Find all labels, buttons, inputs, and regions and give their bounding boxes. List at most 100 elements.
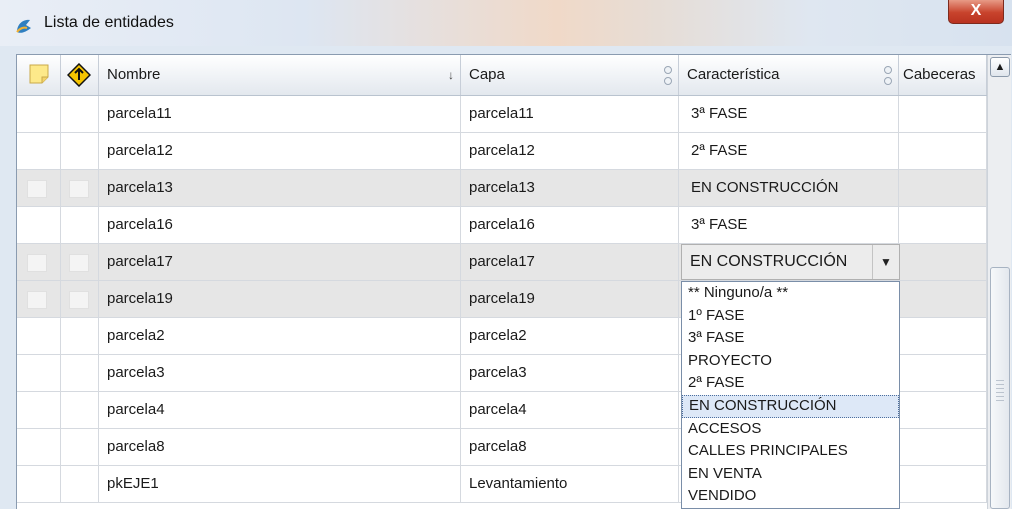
header-caracteristica[interactable]: Característica (679, 55, 899, 95)
sort-desc-icon: ↓ (448, 68, 454, 82)
cell-note[interactable] (17, 281, 61, 317)
cell-caracteristica[interactable]: EN CONSTRUCCIÓN (679, 170, 899, 206)
cell-capa: parcela11 (461, 96, 679, 132)
cell-nombre: parcela4 (99, 392, 461, 428)
row-checkbox[interactable] (27, 291, 47, 309)
cell-nombre: parcela16 (99, 207, 461, 243)
cell-nombre: parcela19 (99, 281, 461, 317)
header-caracteristica-label: Característica (687, 66, 780, 83)
cell-warning[interactable] (61, 170, 99, 206)
dropdown-option[interactable]: ** Ninguno/a ** (682, 282, 899, 305)
header-cabeceras-label: Cabeceras (903, 66, 976, 83)
row-checkbox[interactable] (69, 254, 89, 272)
cell-note[interactable] (17, 170, 61, 206)
cell-capa: parcela12 (461, 133, 679, 169)
cell-capa: parcela17 (461, 244, 679, 280)
header-nombre-label: Nombre (107, 66, 161, 83)
close-button[interactable]: X (948, 0, 1004, 24)
cell-warning[interactable] (61, 392, 99, 428)
cell-note[interactable] (17, 244, 61, 280)
cell-cabeceras (899, 170, 987, 206)
cell-nombre: parcela13 (99, 170, 461, 206)
cell-cabeceras (899, 133, 987, 169)
cell-nombre: pkEJE1 (99, 466, 461, 502)
row-checkbox[interactable] (27, 180, 47, 198)
cell-warning[interactable] (61, 207, 99, 243)
row-checkbox[interactable] (27, 254, 47, 272)
cell-warning[interactable] (61, 355, 99, 391)
sort-toggle-icon (664, 66, 672, 85)
cell-warning[interactable] (61, 466, 99, 502)
cell-warning[interactable] (61, 429, 99, 465)
cell-capa: parcela13 (461, 170, 679, 206)
caracteristica-dropdown-list: ** Ninguno/a ** 1º FASE 3ª FASE PROYECTO 2ª … (681, 281, 900, 509)
row-checkbox[interactable] (69, 180, 89, 198)
cell-cabeceras (899, 318, 987, 354)
table-row[interactable]: parcela13 parcela13 EN CONSTRUCCIÓN (17, 170, 1011, 207)
cell-warning[interactable] (61, 281, 99, 317)
cell-note[interactable] (17, 355, 61, 391)
cell-capa: parcela16 (461, 207, 679, 243)
header-note-column[interactable] (17, 55, 61, 95)
cell-note[interactable] (17, 392, 61, 428)
table-row[interactable]: parcela16 parcela16 3ª FASE (17, 207, 1011, 244)
cell-cabeceras (899, 355, 987, 391)
row-checkbox[interactable] (69, 291, 89, 309)
table-row[interactable]: parcela12 parcela12 2ª FASE (17, 133, 1011, 170)
header-nombre[interactable]: Nombre ↓ (99, 55, 461, 95)
dropdown-option[interactable]: VENDIDO (682, 485, 899, 508)
cell-caracteristica[interactable]: 3ª FASE (679, 207, 899, 243)
sort-toggle-icon (884, 66, 892, 85)
header-capa[interactable]: Capa (461, 55, 679, 95)
window-title: Lista de entidades (44, 14, 174, 31)
entities-grid: Nombre ↓ Capa Característica Cabeceras p… (16, 54, 1011, 509)
header-warning-column[interactable] (61, 55, 99, 95)
title-bar: Lista de entidades X (0, 0, 1012, 46)
cell-cabeceras (899, 392, 987, 428)
dropdown-option[interactable]: EN CONSTRUCCIÓN (682, 394, 899, 418)
cell-caracteristica[interactable]: 3ª FASE (679, 96, 899, 132)
dropdown-option[interactable]: ACCESOS (682, 418, 899, 441)
cell-capa: parcela4 (461, 392, 679, 428)
cell-caracteristica[interactable]: 2ª FASE (679, 133, 899, 169)
combobox-value: EN CONSTRUCCIÓN (690, 253, 848, 270)
cell-nombre: parcela12 (99, 133, 461, 169)
cell-nombre: parcela2 (99, 318, 461, 354)
dropdown-option[interactable]: CALLES PRINCIPALES (682, 440, 899, 463)
cell-nombre: parcela8 (99, 429, 461, 465)
vertical-scrollbar[interactable]: ▲ (987, 55, 1011, 509)
cell-note[interactable] (17, 133, 61, 169)
cell-warning[interactable] (61, 96, 99, 132)
cell-warning[interactable] (61, 318, 99, 354)
cell-capa: Levantamiento (461, 466, 679, 502)
dropdown-option[interactable]: 3ª FASE (682, 327, 899, 350)
chevron-down-icon[interactable]: ▼ (872, 245, 899, 279)
cell-capa: parcela2 (461, 318, 679, 354)
app-icon (16, 19, 31, 33)
grid-header: Nombre ↓ Capa Característica Cabeceras (17, 55, 1011, 96)
dropdown-option[interactable]: 2ª FASE (682, 372, 899, 395)
cell-note[interactable] (17, 318, 61, 354)
cell-warning[interactable] (61, 244, 99, 280)
dropdown-option[interactable]: PROYECTO (682, 350, 899, 373)
caracteristica-combobox[interactable]: EN CONSTRUCCIÓN ▼ (681, 244, 900, 280)
grip-icon (996, 380, 1004, 402)
cell-cabeceras (899, 281, 987, 317)
cell-capa: parcela19 (461, 281, 679, 317)
table-row[interactable]: parcela11 parcela11 3ª FASE (17, 96, 1011, 133)
cell-note[interactable] (17, 466, 61, 502)
dropdown-option[interactable]: 1º FASE (682, 305, 899, 328)
cell-note[interactable] (17, 96, 61, 132)
cell-cabeceras (899, 96, 987, 132)
cell-cabeceras (899, 466, 987, 502)
scrollbar-thumb[interactable] (990, 267, 1010, 509)
scroll-up-icon[interactable]: ▲ (990, 57, 1010, 77)
warning-icon (67, 63, 91, 87)
header-cabeceras[interactable]: Cabeceras (899, 55, 987, 95)
cell-warning[interactable] (61, 133, 99, 169)
cell-note[interactable] (17, 429, 61, 465)
cell-nombre: parcela11 (99, 96, 461, 132)
cell-capa: parcela8 (461, 429, 679, 465)
dropdown-option[interactable]: EN VENTA (682, 463, 899, 486)
cell-note[interactable] (17, 207, 61, 243)
